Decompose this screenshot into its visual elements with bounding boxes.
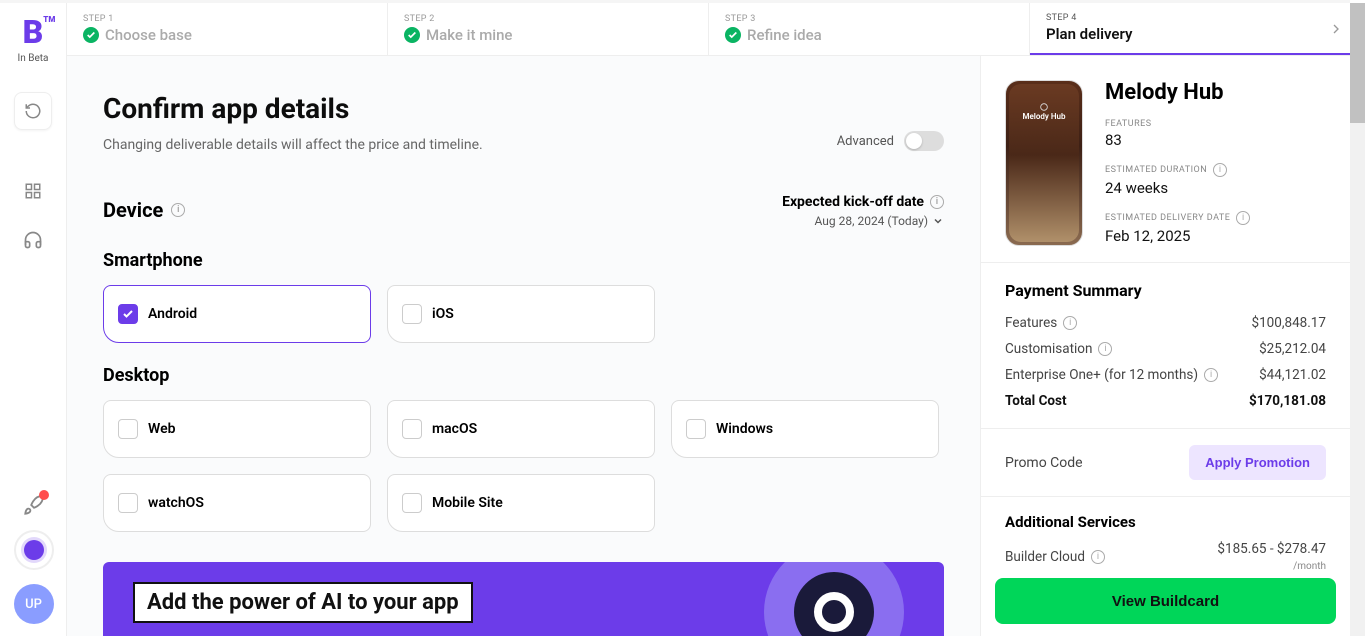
step-1[interactable]: STEP 1 Choose base bbox=[67, 3, 388, 55]
step-num: STEP 2 bbox=[404, 14, 692, 24]
step-num: STEP 3 bbox=[725, 14, 1013, 24]
device-card-android[interactable]: Android bbox=[103, 285, 371, 343]
payment-row-total: Total Cost $170,181.08 bbox=[1005, 388, 1326, 414]
chevron-down-icon bbox=[932, 215, 944, 227]
checkbox bbox=[402, 304, 422, 324]
steps-bar: STEP 1 Choose base STEP 2 Make it mine S… bbox=[67, 3, 1350, 56]
info-icon[interactable]: i bbox=[171, 203, 185, 217]
info-icon[interactable]: i bbox=[930, 195, 944, 209]
step-label: Plan delivery bbox=[1046, 25, 1132, 43]
kickoff-date-picker[interactable]: Aug 28, 2024 (Today) bbox=[782, 214, 944, 228]
sidebar-left: BTM In Beta UP bbox=[0, 3, 67, 636]
duration-label: ESTIMATED DURATIONi bbox=[1105, 163, 1326, 177]
check-icon bbox=[725, 27, 741, 43]
step-num: STEP 1 bbox=[83, 14, 371, 24]
device-card-web[interactable]: Web bbox=[103, 400, 371, 458]
beta-label: In Beta bbox=[18, 53, 49, 64]
step-4[interactable]: STEP 4 Plan delivery bbox=[1030, 3, 1350, 55]
device-name: Web bbox=[148, 421, 176, 437]
ai-banner-title: Add the power of AI to your app bbox=[133, 582, 473, 623]
checkbox bbox=[402, 419, 422, 439]
scrollbar[interactable] bbox=[1350, 3, 1365, 636]
duration-value: 24 weeks bbox=[1105, 179, 1326, 197]
payment-row-enterprise: Enterprise One+ (for 12 months)i $44,121… bbox=[1005, 362, 1326, 388]
rocket-button[interactable] bbox=[23, 494, 45, 516]
notification-badge bbox=[39, 490, 49, 500]
device-card-mobile-site[interactable]: Mobile Site bbox=[387, 474, 655, 532]
checkbox bbox=[686, 419, 706, 439]
delivery-label: ESTIMATED DELIVERY DATEi bbox=[1105, 211, 1326, 225]
payment-row-features: Featuresi $100,848.17 bbox=[1005, 310, 1326, 336]
ai-banner[interactable]: Add the power of AI to your app bbox=[103, 562, 944, 636]
additional-services-title: Additional Services bbox=[1005, 513, 1326, 531]
check-icon bbox=[83, 27, 99, 43]
support-button[interactable] bbox=[23, 230, 43, 250]
device-card-windows[interactable]: Windows bbox=[671, 400, 939, 458]
device-section-title: Device i bbox=[103, 198, 185, 222]
logo: BTM bbox=[23, 13, 44, 51]
promo-label: Promo Code bbox=[1005, 455, 1083, 471]
device-name: Windows bbox=[716, 421, 773, 437]
headset-icon bbox=[23, 230, 43, 250]
step-label: Choose base bbox=[105, 26, 192, 44]
device-card-watchos[interactable]: watchOS bbox=[103, 474, 371, 532]
chevron-right-icon bbox=[1328, 21, 1344, 37]
app-name: Melody Hub bbox=[1105, 80, 1326, 105]
page-title: Confirm app details bbox=[103, 92, 944, 125]
grid-icon-button[interactable] bbox=[24, 182, 42, 200]
phone-preview: Melody Hub bbox=[1005, 80, 1083, 246]
checkbox-checked bbox=[118, 304, 138, 324]
scrollbar-thumb[interactable] bbox=[1350, 3, 1365, 123]
device-name: iOS bbox=[432, 306, 454, 322]
features-value: 83 bbox=[1105, 131, 1326, 149]
undo-button[interactable] bbox=[14, 92, 52, 130]
info-icon[interactable]: i bbox=[1063, 316, 1077, 330]
device-name: watchOS bbox=[148, 495, 204, 511]
checkbox bbox=[118, 419, 138, 439]
step-num: STEP 4 bbox=[1046, 13, 1334, 23]
device-card-ios[interactable]: iOS bbox=[387, 285, 655, 343]
device-name: Android bbox=[148, 306, 197, 322]
step-label: Make it mine bbox=[426, 26, 512, 44]
advanced-label: Advanced bbox=[837, 134, 894, 149]
orb-button[interactable] bbox=[14, 530, 54, 570]
undo-icon bbox=[24, 102, 42, 120]
info-icon[interactable]: i bbox=[1098, 342, 1112, 356]
view-buildcard-button[interactable]: View Buildcard bbox=[995, 578, 1336, 624]
device-name: macOS bbox=[432, 421, 477, 437]
info-icon[interactable]: i bbox=[1236, 211, 1250, 225]
apply-promotion-button[interactable]: Apply Promotion bbox=[1189, 445, 1326, 480]
payment-summary-title: Payment Summary bbox=[1005, 281, 1326, 300]
additional-row-builder-cloud: Builder Cloudi $185.65 - $278.47 /month bbox=[1005, 541, 1326, 573]
summary-panel: Melody Hub Melody Hub FEATURES 83 ESTIMA… bbox=[980, 56, 1350, 636]
checkbox bbox=[118, 493, 138, 513]
delivery-value: Feb 12, 2025 bbox=[1105, 227, 1326, 245]
info-icon[interactable]: i bbox=[1204, 368, 1218, 382]
payment-row-customisation: Customisationi $25,212.04 bbox=[1005, 336, 1326, 362]
step-label: Refine idea bbox=[747, 26, 822, 44]
grid-icon bbox=[24, 182, 42, 200]
device-card-macos[interactable]: macOS bbox=[387, 400, 655, 458]
avatar[interactable]: UP bbox=[14, 584, 54, 624]
step-3[interactable]: STEP 3 Refine idea bbox=[709, 3, 1030, 55]
advanced-toggle[interactable] bbox=[904, 131, 944, 151]
step-2[interactable]: STEP 2 Make it mine bbox=[388, 3, 709, 55]
kickoff-label: Expected kick-off date i bbox=[782, 194, 944, 210]
smartphone-title: Smartphone bbox=[103, 250, 944, 271]
info-icon[interactable]: i bbox=[1213, 163, 1227, 177]
info-icon[interactable]: i bbox=[1091, 550, 1105, 564]
features-label: FEATURES bbox=[1105, 119, 1326, 129]
check-icon bbox=[404, 27, 420, 43]
checkbox bbox=[402, 493, 422, 513]
device-name: Mobile Site bbox=[432, 495, 503, 511]
main-content: Confirm app details Changing deliverable… bbox=[67, 56, 980, 636]
desktop-title: Desktop bbox=[103, 365, 944, 386]
